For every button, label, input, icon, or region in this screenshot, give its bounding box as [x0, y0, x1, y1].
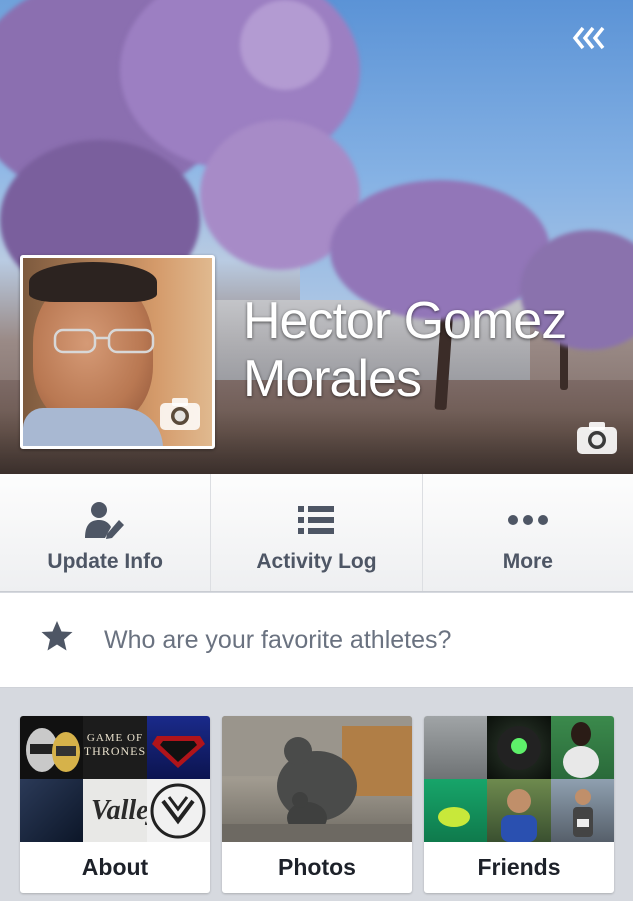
friend-photo-5: [487, 779, 551, 842]
activity-log-label: Activity Log: [256, 550, 377, 573]
profile-picture[interactable]: [20, 255, 215, 449]
got-line1: GAME OF: [86, 732, 144, 744]
friend-photo-4: [424, 779, 487, 842]
unam-crest-thumb: [147, 779, 210, 842]
friends-tile[interactable]: Friends: [424, 716, 614, 893]
photos-thumbnail: [222, 716, 412, 842]
activity-log-button[interactable]: Activity Log: [210, 474, 421, 591]
about-label: About: [81, 854, 149, 880]
collage-thumb: [20, 779, 83, 842]
friend-photo-1: [424, 716, 487, 779]
daft-punk-thumb: [20, 716, 83, 779]
list-icon: [294, 500, 338, 540]
friends-label: Friends: [477, 854, 561, 880]
update-info-label: Update Info: [47, 550, 163, 573]
profile-action-bar: Update Info Activity Log More: [0, 474, 633, 592]
update-info-button[interactable]: Update Info: [0, 474, 210, 591]
more-label: More: [502, 550, 553, 573]
friend-photo-3: [551, 716, 614, 779]
friends-thumbnail: [424, 716, 614, 842]
profile-tiles: GAME OF THRONES Vallej About Photos Frie…: [0, 688, 633, 901]
vallejo-thumb: Vallej: [83, 779, 157, 842]
prompt-text: Who are your favorite athletes?: [104, 626, 452, 654]
photos-label: Photos: [278, 854, 356, 880]
friend-photo-2: [487, 716, 551, 779]
game-of-thrones-thumb: GAME OF THRONES: [83, 716, 147, 779]
star-icon: [41, 621, 73, 651]
superman-thumb: [147, 716, 210, 779]
edit-profile-icon: [83, 500, 127, 540]
more-dots-icon: [506, 500, 550, 540]
more-button[interactable]: More: [421, 474, 633, 591]
photos-tile[interactable]: Photos: [222, 716, 412, 893]
cover-camera-icon[interactable]: [575, 420, 619, 456]
profile-page: Hector Gomez Morales Update Info Activit…: [0, 0, 633, 901]
about-tile[interactable]: GAME OF THRONES Vallej About: [20, 716, 210, 893]
vallej-text: Vallej: [91, 795, 157, 826]
friend-photo-6: [551, 779, 614, 842]
profile-name: Hector Gomez Morales: [243, 292, 567, 408]
favorite-athletes-prompt[interactable]: Who are your favorite athletes?: [0, 593, 633, 688]
collapse-chevrons-icon[interactable]: [569, 24, 609, 52]
got-line2: THRONES: [83, 744, 147, 758]
avatar-camera-icon[interactable]: [158, 396, 202, 432]
glasses-icon: [53, 328, 155, 354]
about-thumbnail: GAME OF THRONES Vallej: [20, 716, 210, 842]
